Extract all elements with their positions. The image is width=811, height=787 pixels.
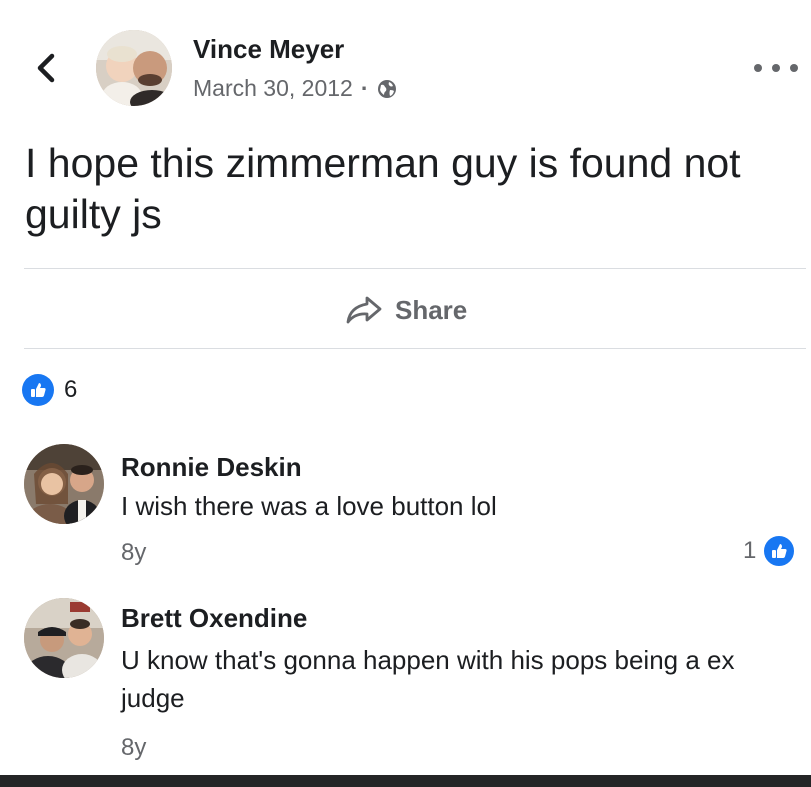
more-dot xyxy=(772,64,780,72)
bottom-bar xyxy=(0,775,811,787)
author-name[interactable]: Vince Meyer xyxy=(193,34,344,65)
commenter-avatar-photo xyxy=(24,598,104,678)
comment-timestamp[interactable]: 8y xyxy=(121,734,146,762)
share-label: Share xyxy=(395,294,468,325)
globe-icon xyxy=(377,78,397,98)
commenter-avatar[interactable] xyxy=(24,444,104,524)
like-icon xyxy=(22,374,54,406)
post-meta: March 30, 2012 · xyxy=(193,73,397,103)
comment-like-count: 1 xyxy=(743,537,757,564)
like-count: 6 xyxy=(64,376,78,403)
reaction-summary[interactable]: 6 xyxy=(22,374,77,406)
comment-reaction-count[interactable]: 1 xyxy=(743,534,797,568)
author-avatar-photo xyxy=(96,30,172,106)
more-options-button[interactable] xyxy=(754,58,798,78)
divider xyxy=(24,268,806,269)
meta-separator: · xyxy=(360,74,369,101)
commenter-name[interactable]: Ronnie Deskin xyxy=(121,452,302,483)
more-dot xyxy=(790,64,798,72)
post-date[interactable]: March 30, 2012 xyxy=(193,75,353,102)
chevron-left-icon xyxy=(37,53,55,83)
share-button[interactable]: Share xyxy=(345,290,467,330)
commenter-avatar-photo xyxy=(24,444,104,524)
author-avatar[interactable] xyxy=(96,30,172,106)
comment-text: I wish there was a love button lol xyxy=(121,491,497,521)
divider xyxy=(24,348,806,349)
comment-text: U know that's gonna happen with his pops… xyxy=(121,645,735,713)
post-text: I hope this zimmerman guy is found not g… xyxy=(25,140,741,237)
commenter-avatar[interactable] xyxy=(24,598,104,678)
back-button[interactable] xyxy=(30,50,62,86)
more-dot xyxy=(754,64,762,72)
commenter-name[interactable]: Brett Oxendine xyxy=(121,603,307,634)
comment-timestamp[interactable]: 8y xyxy=(121,539,146,567)
like-icon xyxy=(762,534,797,568)
share-icon xyxy=(346,296,382,324)
